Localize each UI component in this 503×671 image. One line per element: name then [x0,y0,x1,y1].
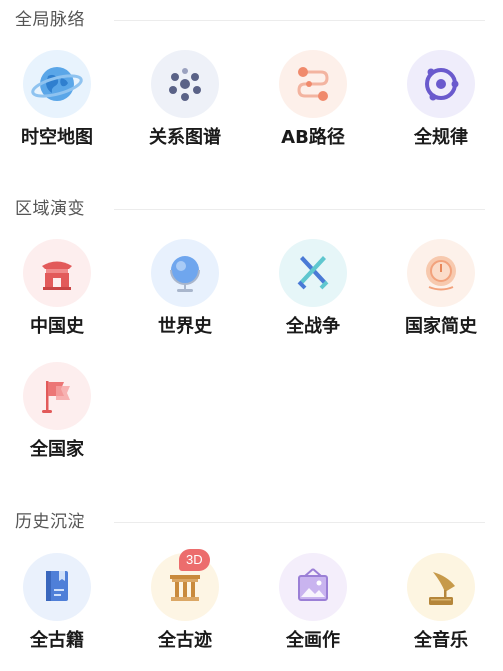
tile-ancient-books[interactable]: 全古籍 [2,553,112,671]
book-icon [23,553,91,621]
tile-label: 全国家 [30,439,84,460]
gramophone-icon [407,553,475,621]
tile-label: 全战争 [286,316,340,337]
section-title: 区域演变 [15,199,85,219]
tile-label: 世界史 [158,316,212,337]
chinese-gate-icon [23,239,91,307]
section-header-regional: 区域演变 [0,198,503,220]
tile-label: 全规律 [414,127,468,148]
tile-ab-path[interactable]: AB路径 [258,50,368,168]
tile-country-brief-history[interactable]: 国家简史 [386,239,496,357]
world-globe-icon [151,239,219,307]
tile-label: 全古迹 [158,630,212,651]
divider [114,20,485,21]
clock-dial-icon [407,239,475,307]
tile-paintings[interactable]: 全画作 [258,553,368,671]
tile-label: 国家简史 [405,316,477,337]
tile-relation-graph[interactable]: 关系图谱 [130,50,240,168]
flag-icon [23,362,91,430]
tile-label: 全古籍 [30,630,84,651]
tile-label: 中国史 [30,316,84,337]
section-title: 全局脉络 [15,10,85,30]
tile-music[interactable]: 全音乐 [386,553,496,671]
tile-all-patterns[interactable]: 全规律 [386,50,496,168]
tile-label: 全音乐 [414,630,468,651]
divider [114,522,485,523]
tile-all-wars[interactable]: 全战争 [258,239,368,357]
tile-label: 全画作 [286,630,340,651]
globe-icon [23,50,91,118]
tile-world-history[interactable]: 世界史 [130,239,240,357]
network-graph-icon [151,50,219,118]
section-header-heritage: 历史沉淀 [0,511,503,533]
tile-spacetime-map[interactable]: 时空地图 [2,50,112,168]
tile-historic-sites[interactable]: 3D 全古迹 [130,549,240,671]
crossed-swords-icon [279,239,347,307]
orbit-pattern-icon [407,50,475,118]
section-title: 历史沉淀 [15,512,85,532]
tile-all-countries[interactable]: 全国家 [2,362,112,480]
route-path-icon [279,50,347,118]
section-header-global: 全局脉络 [0,9,503,31]
tile-label: 关系图谱 [149,127,221,148]
3d-badge: 3D [179,549,210,571]
tile-label: AB路径 [281,127,345,148]
picture-frame-icon [279,553,347,621]
tile-china-history[interactable]: 中国史 [2,239,112,357]
divider [114,209,485,210]
tile-label: 时空地图 [21,127,93,148]
